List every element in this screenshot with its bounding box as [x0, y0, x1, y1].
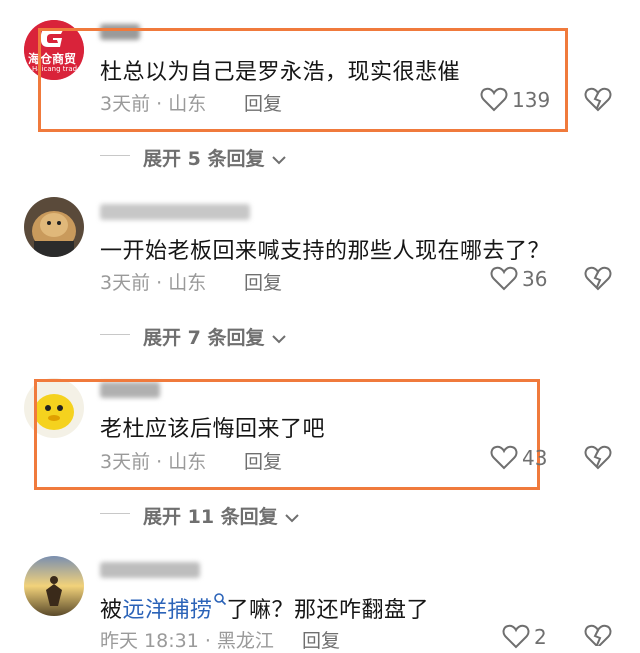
like-count: 2: [534, 625, 547, 649]
dislike-icon[interactable]: [584, 86, 612, 112]
like-count: 43: [522, 446, 548, 470]
expand-replies-label: 展开 5 条回复: [143, 148, 265, 170]
search-link-label: 远洋捕捞: [122, 598, 213, 623]
comment-text: 被远洋捕捞 了嘛？那还咋翻盘了: [100, 592, 429, 624]
chevron-down-icon: [285, 513, 300, 522]
chevron-down-icon: [272, 334, 286, 343]
comment-meta: 3天前 · 山东: [100, 451, 207, 473]
divider-line: [100, 513, 130, 514]
avatar[interactable]: [24, 556, 84, 616]
comment-meta: 3天前 · 山东: [100, 93, 207, 115]
reply-button[interactable]: 回复: [244, 89, 282, 116]
heart-icon[interactable]: [490, 444, 518, 470]
username-blurred[interactable]: [100, 562, 200, 578]
comment-text: 老杜应该后悔回来了吧: [100, 417, 326, 442]
divider-line: [100, 334, 130, 335]
search-icon: [213, 593, 226, 606]
heart-icon[interactable]: [490, 265, 518, 291]
dislike-icon[interactable]: [584, 623, 612, 646]
comment-text: 一开始老板回来喊支持的那些人现在哪去了？: [100, 239, 551, 264]
expand-replies-button[interactable]: 展开 11 条回复: [143, 502, 300, 529]
comment-meta: 3天前 · 山东: [100, 272, 207, 294]
chevron-down-icon: [272, 155, 286, 164]
username-blurred[interactable]: [100, 204, 250, 220]
heart-icon[interactable]: [480, 86, 508, 112]
reply-button[interactable]: 回复: [244, 268, 282, 295]
comment-text-suffix: 了嘛？那还咋翻盘了: [226, 598, 430, 623]
comment-text-prefix: 被: [100, 598, 123, 623]
avatar[interactable]: [24, 197, 84, 257]
dislike-icon[interactable]: [584, 444, 612, 470]
reply-button[interactable]: 回复: [244, 447, 282, 474]
expand-replies-label: 展开 11 条回复: [143, 506, 278, 528]
like-count: 36: [522, 267, 548, 291]
divider-line: [100, 155, 130, 156]
like-count: 139: [512, 88, 551, 112]
heart-icon[interactable]: [502, 623, 530, 649]
comment-text: 杜总以为自己是罗永浩，现实很悲催: [100, 60, 461, 85]
expand-replies-button[interactable]: 展开 5 条回复: [143, 144, 287, 171]
search-link[interactable]: 远洋捕捞: [122, 593, 227, 623]
reply-button[interactable]: 回复: [302, 626, 340, 653]
expand-replies-button[interactable]: 展开 7 条回复: [143, 323, 287, 350]
comment-meta: 昨天 18:31 · 黑龙江: [100, 630, 274, 652]
dislike-icon[interactable]: [584, 265, 612, 291]
expand-replies-label: 展开 7 条回复: [143, 327, 265, 349]
